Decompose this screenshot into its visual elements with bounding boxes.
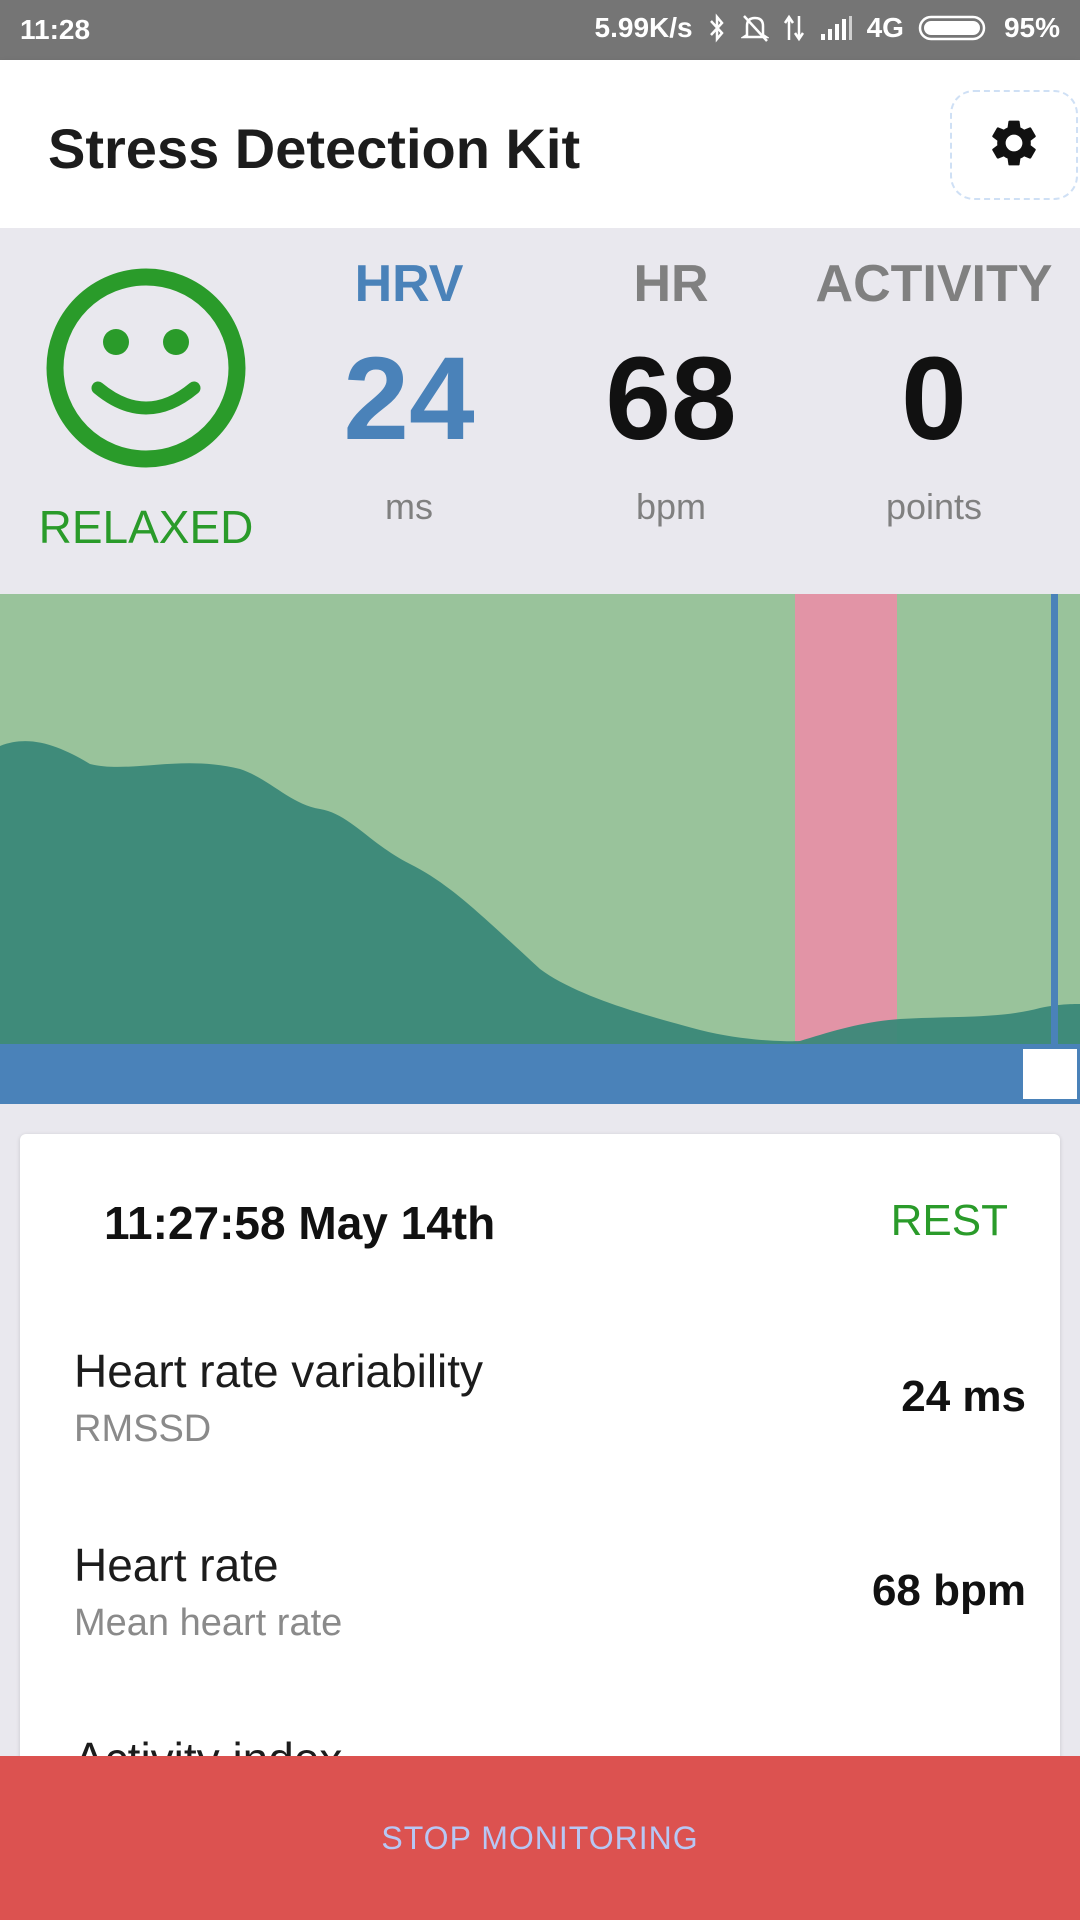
detail-row-hr: Heart rate Mean heart rate 68 bpm [74,1538,1026,1645]
metric-hrv: HRV 24 ms [279,254,539,528]
row-name: Heart rate variability [74,1345,484,1397]
app-title: Stress Detection Kit [48,117,581,180]
signal-icon [819,14,853,42]
app-bar: Stress Detection Kit [0,60,1080,228]
metric-activity: ACTIVITY 0 points [804,254,1064,528]
status-time: 11:28 [20,14,91,45]
metric-hr: HR 68 bpm [541,254,801,528]
metric-value: 0 [901,333,967,465]
timeline-scroll-handle [1023,1049,1077,1099]
metric-value: 68 [605,333,737,465]
gear-icon [986,115,1042,176]
bluetooth-icon [707,13,727,43]
detail-timestamp: 11:27:58 May 14th [104,1197,496,1249]
network-speed: 5.99K/s [594,12,693,43]
battery-level: 95% [1003,12,1060,43]
stop-monitoring-button[interactable]: STOP MONITORING [0,1756,1080,1920]
metric-unit: bpm [635,486,707,527]
smiley-face-icon [46,268,246,473]
mood-label: RELAXED [38,501,254,553]
timeline-bar [0,1044,1080,1104]
status-bar: 11:28 5.99K/s 4G 95% [0,0,1080,60]
stats-header: RELAXED HRV 24 ms HR 68 bpm ACTIVITY 0 p… [0,228,1080,594]
bell-off-icon [740,13,769,43]
settings-button[interactable] [950,90,1078,200]
metric-label: ACTIVITY [815,255,1053,313]
time-cursor [1051,594,1058,1044]
row-value: 68 bpm [871,1566,1026,1615]
metric-value: 24 [343,333,475,465]
row-value: 24 ms [901,1372,1026,1421]
metric-label: HRV [354,255,464,313]
metric-unit: points [885,486,983,527]
network-type: 4G [866,12,904,43]
detail-row-hrv: Heart rate variability RMSSD 24 ms [74,1344,1026,1451]
status-icons: 5.99K/s 4G 95% [595,12,1060,44]
metric-unit: ms [385,486,433,527]
metric-label: HR [633,255,709,313]
hrv-history-chart[interactable] [0,594,1080,1104]
data-transfer-icon [783,13,805,43]
stress-band [795,594,897,1044]
battery-icon [918,13,990,43]
app-screen: 11:28 5.99K/s 4G 95% Stress Detection Ki… [0,0,1080,1920]
row-subtitle: RMSSD [74,1408,212,1450]
detail-state: REST [890,1196,1008,1245]
